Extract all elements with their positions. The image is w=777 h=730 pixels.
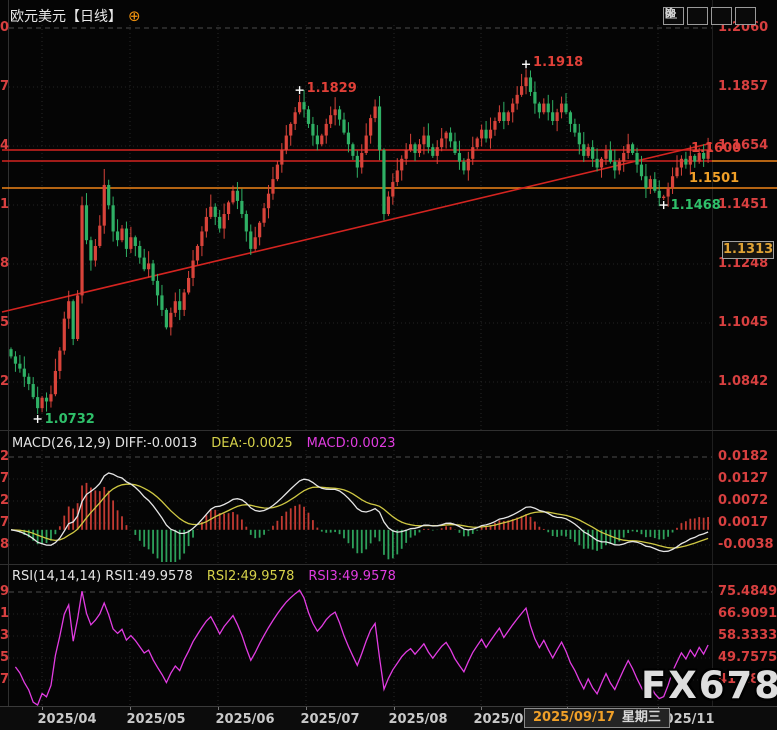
left-axis-digit: 2: [0, 493, 9, 508]
macd-header: MACD(26,12,9) DIFF:-0.0013 DEA:-0.0025 MAC…: [12, 436, 396, 451]
price-axis-tick: 1.1654: [718, 138, 768, 153]
left-axis-digit: 8: [0, 537, 9, 552]
left-axis-digit: 7: [0, 672, 9, 687]
rsi-axis-tick: 49.7575: [718, 650, 777, 665]
left-axis-digit: 7: [0, 471, 9, 486]
crosshair-date: 2025/09/17: [533, 710, 615, 725]
rsi1-value: RSI(14,14,14) RSI1:49.9578: [12, 569, 193, 584]
left-axis-digit: 5: [0, 650, 9, 665]
macd-macd-value: MACD:0.0023: [307, 436, 396, 451]
left-axis-digit: 1: [0, 197, 9, 212]
macd-values: MACD(26,12,9) DIFF:-0.0013: [12, 436, 197, 451]
price-axis-tick: 1.1451: [718, 197, 768, 212]
macd-axis-tick: 0.0182: [718, 449, 768, 464]
high-annotation: 1.1918: [533, 55, 583, 70]
macd-axis-tick: -0.0038: [718, 537, 774, 552]
low-annotation: 1.0732: [45, 412, 95, 427]
crosshair-weekday: 星期三: [622, 710, 661, 725]
rsi-axis-tick: 75.4849: [718, 584, 777, 599]
x-axis-tick: [306, 707, 307, 710]
high-annotation: 1.1829: [307, 81, 357, 96]
x-axis-label: 2025/05: [126, 712, 185, 727]
rsi-header: RSI(14,14,14) RSI1:49.9578 RSI2:49.9578 RS…: [12, 569, 396, 584]
x-axis-tick: [481, 707, 482, 710]
x-axis-label: 2025/06: [215, 712, 274, 727]
chart-canvas[interactable]: [0, 0, 777, 730]
macd-axis-tick: 0.0127: [718, 471, 768, 486]
left-axis-digit: 2: [0, 374, 9, 389]
chart-header: 欧元美元【日线】 ⊕: [10, 6, 141, 26]
macd-axis-tick: 0.0017: [718, 515, 768, 530]
left-axis-digit: 0: [0, 20, 9, 35]
add-indicator-icon[interactable]: ⊕: [128, 9, 141, 23]
auto-fit-tool-icon[interactable]: [711, 7, 732, 25]
watermark: FX678: [641, 664, 777, 707]
price-tag: 1.1313: [722, 241, 774, 259]
price-axis-tick: 1.1045: [718, 315, 768, 330]
left-axis-digit: 3: [0, 628, 9, 643]
macd-dea-value: DEA:-0.0025: [211, 436, 292, 451]
left-axis-digit: 7: [0, 515, 9, 530]
left-axis-digit: 8: [0, 256, 9, 271]
macd-axis-tick: 0.0072: [718, 493, 768, 508]
rsi2-value: RSI2:49.9578: [207, 569, 295, 584]
left-axis-digit: 9: [0, 584, 9, 599]
left-axis-digit: 7: [0, 79, 9, 94]
x-axis-tick: [42, 707, 43, 710]
support-level-label: 1.1501: [689, 171, 739, 186]
crosshair-date-box: 2025/09/17 星期三: [524, 708, 670, 728]
left-axis-digit: 1: [0, 606, 9, 621]
shift-chart-tool-icon[interactable]: [735, 7, 756, 25]
left-axis-digit: 2: [0, 449, 9, 464]
left-axis-digit: 4: [0, 138, 9, 153]
price-axis-tick: 1.1857: [718, 79, 768, 94]
rsi3-value: RSI3:49.9578: [308, 569, 396, 584]
price-axis-tick: 1.0842: [718, 374, 768, 389]
x-axis-label: 2025/04: [37, 712, 96, 727]
low-annotation: 1.1468: [671, 198, 721, 213]
rsi-axis-tick: 58.3333: [718, 628, 777, 643]
x-axis-bar[interactable]: 2025/04 2025/05 2025/06 2025/07 2025/08 2025/…: [0, 706, 777, 730]
left-axis-digit: 5: [0, 315, 9, 330]
x-axis-tick: [130, 707, 131, 710]
symbol-title: 欧元美元【日线】: [10, 6, 122, 26]
axis-range-tool-icon[interactable]: [687, 7, 708, 25]
x-axis-tick: [394, 707, 395, 710]
rsi-axis-tick: 66.9091: [718, 606, 777, 621]
chart-window: 欧元美元【日线】 ⊕ MACD(26,12,9) DIFF:-0.0013 DEA…: [0, 0, 777, 730]
x-axis-label: 2025/07: [300, 712, 359, 727]
x-axis-label: 2025/08: [388, 712, 447, 727]
toolbar: [663, 7, 756, 25]
x-axis-tick: [218, 707, 219, 710]
